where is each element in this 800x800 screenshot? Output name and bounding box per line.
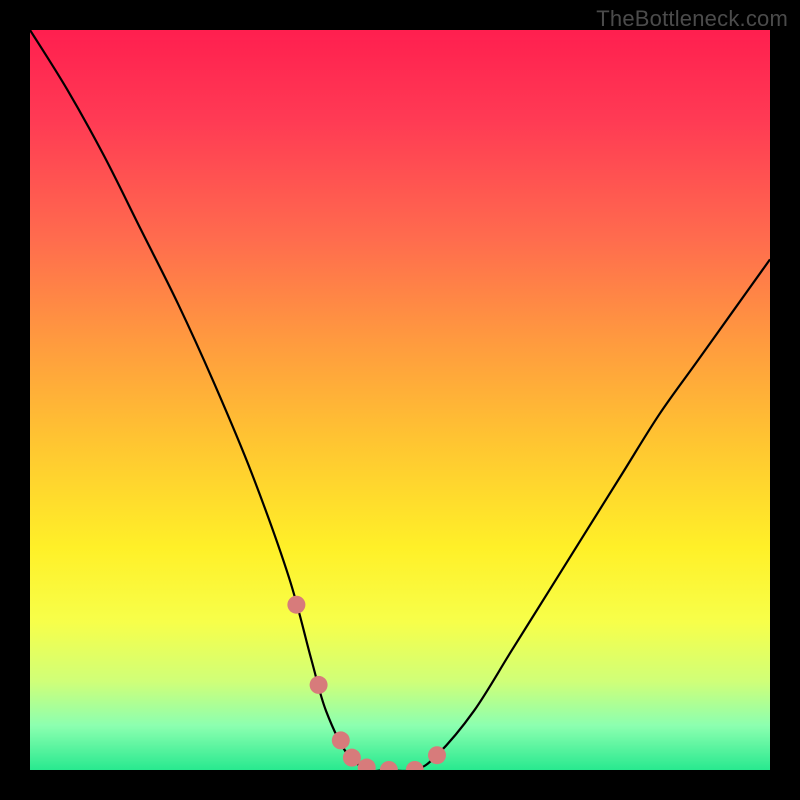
background-gradient [30,30,770,770]
watermark-text: TheBottleneck.com [596,6,788,32]
chart-frame: TheBottleneck.com [0,0,800,800]
plot-area [30,30,770,770]
